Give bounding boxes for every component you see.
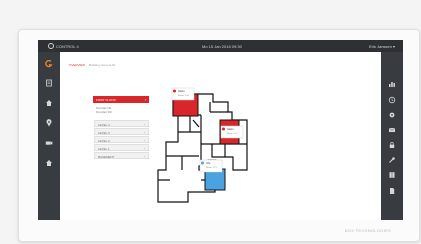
camera-icon[interactable]: [45, 139, 53, 147]
right-nav: [381, 52, 403, 220]
callout-text: Room 1.12: [227, 133, 238, 135]
map-callout[interactable]: Alarm Room 1.12: [220, 125, 244, 139]
document-icon[interactable]: [388, 187, 396, 195]
callout-text: Room 1.21: [206, 167, 217, 169]
settings-icon[interactable]: [388, 111, 396, 119]
chart-icon[interactable]: [388, 80, 396, 88]
location-icon[interactable]: [45, 119, 53, 127]
alarm-dot-icon: [222, 127, 225, 131]
screen: CONTROL 4 Mo 15 Jan 2018 09:30 Erik Jans…: [38, 40, 403, 220]
home-icon[interactable]: [45, 159, 53, 167]
list-icon[interactable]: [45, 79, 53, 87]
brand: CONTROL 4: [48, 43, 79, 49]
mail-icon[interactable]: [388, 126, 396, 134]
callout-title: Info: [206, 161, 211, 165]
callout-text: Room 1.04: [178, 95, 189, 97]
book-icon[interactable]: [388, 171, 396, 179]
callout-title: Alarm: [227, 127, 234, 131]
floor-plan: Alarm Room 1.04 Alarm Room 1.12 Info Roo…: [157, 87, 248, 203]
home-icon[interactable]: [45, 99, 53, 107]
wrench-icon[interactable]: [388, 156, 396, 164]
map-callout[interactable]: Alarm Room 1.04: [171, 87, 195, 101]
bezel-brand-text: BOX TECHNOLOGIES: [344, 228, 391, 233]
logo-icon[interactable]: [45, 60, 53, 68]
top-bar: CONTROL 4 Mo 15 Jan 2018 09:30 Erik Jans…: [38, 40, 403, 52]
info-dot-icon: [201, 161, 204, 165]
clock-icon[interactable]: [388, 96, 396, 104]
main-content: OVERVIEW Building Geneva NL FIRST FLOOR …: [60, 52, 381, 220]
alarm-dot-icon: [173, 89, 176, 93]
lock-icon[interactable]: [388, 141, 396, 149]
map-callout[interactable]: Info Room 1.21: [199, 159, 223, 173]
datetime: Mo 15 Jan 2018 09:30: [202, 44, 242, 49]
brand-logo-icon: [48, 43, 54, 49]
left-nav: [38, 52, 60, 220]
user-menu[interactable]: Erik Janssen ▾: [369, 44, 395, 49]
callout-title: Alarm: [178, 89, 185, 93]
brand-text: CONTROL 4: [56, 43, 79, 49]
